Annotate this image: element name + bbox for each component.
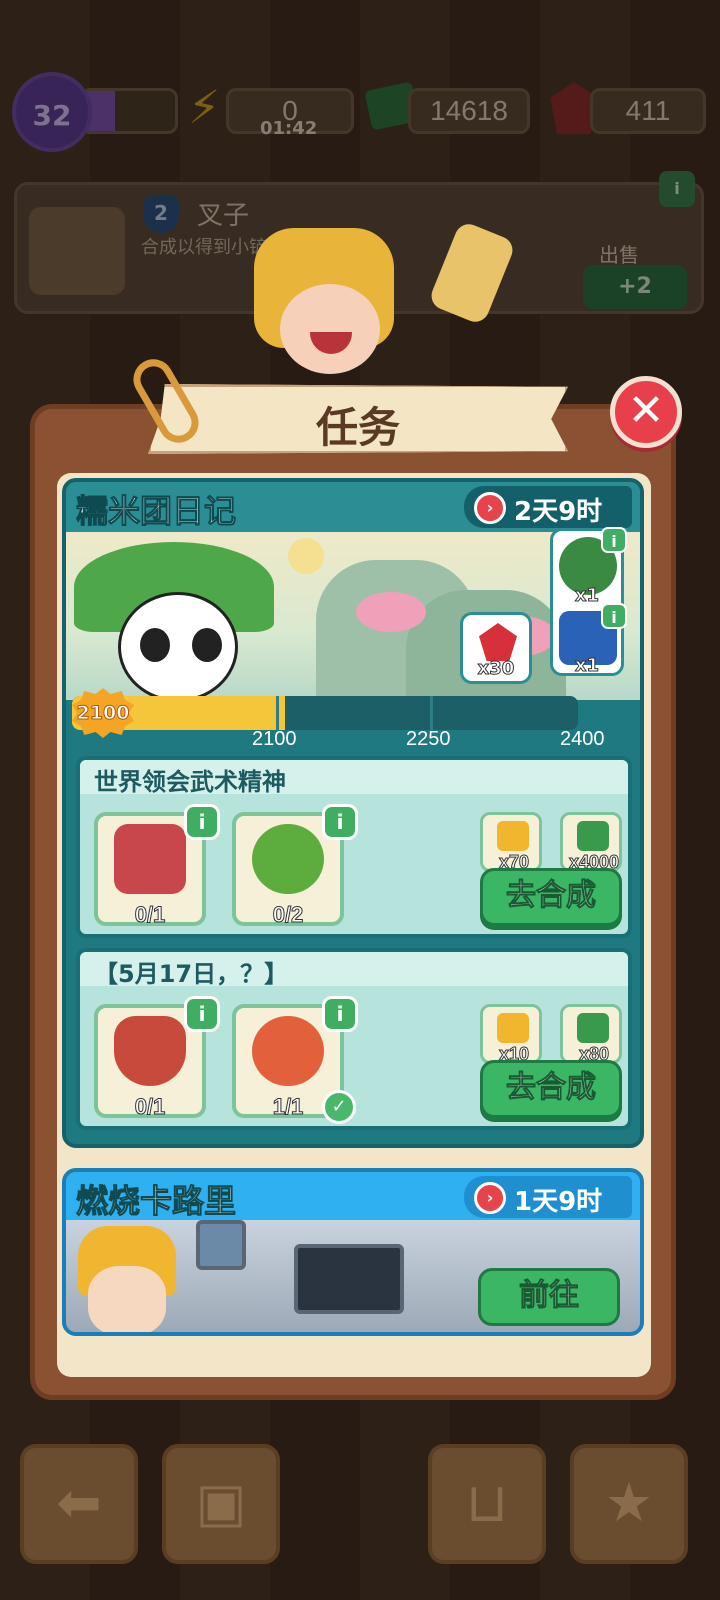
requirement-slot[interactable]: 1/1 i ✓ — [232, 996, 358, 1124]
back-arrow-icon[interactable]: ⬅ — [20, 1444, 138, 1564]
event-title: 燃烧卡路里 — [75, 1182, 237, 1221]
requirement-slot[interactable]: 0/1 i — [94, 804, 220, 928]
requirement-count: 0/1 — [134, 1094, 166, 1120]
event-header: 糯米团日记 › 2天9时 — [66, 482, 640, 532]
event-banner: 前往 — [66, 1220, 640, 1332]
milestone-reward-stack[interactable]: x1 x1 i i — [550, 527, 627, 677]
clock-icon: › — [474, 492, 506, 524]
gem-icon — [479, 623, 517, 661]
merge-button[interactable]: 去合成 — [480, 1060, 622, 1118]
cash-icon — [577, 1013, 609, 1043]
event-token-icon — [497, 1013, 529, 1043]
plunger-icon — [114, 1016, 186, 1086]
event-section-2: 燃烧卡路里 › 1天9时 前往 — [62, 1168, 644, 1336]
backpack-icon[interactable]: ▣ — [162, 1444, 280, 1564]
requirement-count: 0/2 — [272, 902, 304, 928]
event-progress-bar — [72, 696, 578, 730]
clock-icon: › — [474, 1182, 506, 1214]
close-button[interactable]: ✕ — [610, 376, 682, 448]
kid-character — [72, 1226, 182, 1332]
requirement-count: 0/1 — [134, 902, 166, 928]
milestone-label: 2100 — [252, 728, 297, 750]
event-title: 糯米团日记 — [75, 492, 237, 531]
task-card: 【5月17日，？】 0/1 i 1/1 i ✓ x10 x80 去合成 — [76, 948, 632, 1130]
clipboard-icon[interactable]: ★ — [570, 1444, 688, 1564]
event-timer-box: › 2天9时 — [464, 486, 632, 528]
info-icon[interactable]: i — [322, 996, 358, 1032]
info-icon[interactable]: i — [322, 804, 358, 840]
info-icon[interactable]: i — [184, 996, 220, 1032]
potted-plant-icon — [252, 824, 324, 894]
flower-bush-icon — [252, 1016, 324, 1086]
reward-quantity: x30 — [477, 658, 515, 680]
dialog-title: 任务 — [315, 403, 400, 452]
task-title: 世界领会武术精神 — [94, 768, 286, 796]
info-icon[interactable]: i — [184, 804, 220, 840]
event-timer-box: › 1天9时 — [464, 1176, 632, 1218]
cash-icon — [577, 821, 609, 851]
window-decoration — [196, 1220, 246, 1270]
milestone-label: 2400 — [560, 728, 605, 750]
event-timer: 1天9时 — [514, 1187, 603, 1217]
requirement-slot[interactable]: 0/1 i — [94, 996, 220, 1120]
merge-button[interactable]: 去合成 — [480, 868, 622, 926]
info-icon[interactable]: i — [601, 603, 627, 629]
progress-divider — [430, 696, 433, 730]
broom-icon — [427, 220, 517, 326]
milestone-label: 2250 — [406, 728, 451, 750]
task-reward: x10 — [480, 1004, 542, 1065]
event-timer: 2天9时 — [514, 497, 603, 527]
requirement-slot[interactable]: 0/2 i — [232, 804, 358, 928]
checkmark-icon: ✓ — [322, 1090, 356, 1124]
info-icon[interactable]: i — [601, 527, 627, 553]
go-button[interactable]: 前往 — [478, 1268, 620, 1326]
reward-quantity: x1 — [574, 655, 600, 677]
task-card: 世界领会武术精神 0/1 i 0/2 i x70 x4000 去合成 — [76, 756, 632, 938]
event-section-1: 糯米团日记 › 2天9时 x30 x1 x1 i i 2100 2100 225… — [62, 478, 644, 1148]
task-reward: x70 — [480, 812, 542, 873]
task-reward: x80 — [560, 1004, 622, 1065]
task-reward: x4000 — [560, 812, 622, 873]
chef-character — [244, 220, 517, 388]
sun-decoration — [288, 538, 324, 574]
task-title: 【5月17日，？】 — [94, 960, 289, 988]
basket-icon[interactable]: ⊔ — [428, 1444, 546, 1564]
milestone-reward-gem[interactable]: x30 — [460, 612, 532, 684]
monitor-decoration — [294, 1244, 404, 1314]
panda-character — [74, 542, 274, 700]
progress-divider — [276, 696, 279, 730]
event-token-icon — [497, 821, 529, 851]
blossom-decoration — [356, 592, 426, 632]
event-header: 燃烧卡路里 › 1天9时 — [66, 1172, 640, 1221]
saw-icon — [114, 824, 186, 894]
